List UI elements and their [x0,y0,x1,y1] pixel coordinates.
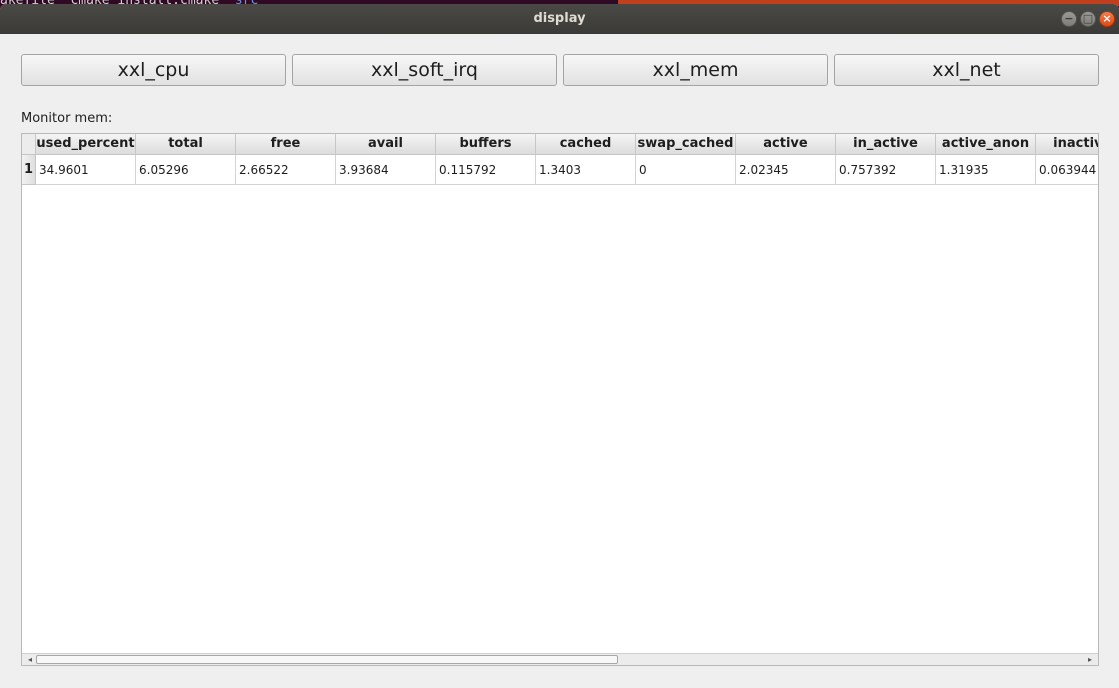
column-header-inactive[interactable]: inactive_ [1036,134,1098,155]
window-content: xxl_cpu xxl_soft_irq xxl_mem xxl_net Mon… [0,34,1119,688]
column-header-avail[interactable]: avail [336,134,436,155]
xxl-soft-irq-button[interactable]: xxl_soft_irq [292,54,557,86]
column-header-swap-cached[interactable]: swap_cached [636,134,736,155]
minimize-icon[interactable]: − [1061,11,1077,27]
monitor-button-row: xxl_cpu xxl_soft_irq xxl_mem xxl_net [21,54,1099,86]
scrollbar-thumb[interactable] [36,655,618,664]
table-cell[interactable]: 0.115792 [436,155,536,185]
xxl-mem-button[interactable]: xxl_mem [563,54,828,86]
scroll-left-icon[interactable]: ◂ [24,654,36,665]
display-window: display − □ × xxl_cpu xxl_soft_irq xxl_m… [0,4,1119,688]
horizontal-scrollbar[interactable]: ◂ ▸ [22,653,1098,665]
close-icon[interactable]: × [1099,11,1115,27]
table-cell[interactable]: 34.9601 [36,155,136,185]
table-cell[interactable]: 3.93684 [336,155,436,185]
monitor-label: Monitor mem: [21,111,113,126]
row-header[interactable]: 1 [22,155,36,185]
column-header-used-percent[interactable]: used_percent [36,134,136,155]
window-controls: − □ × [1061,11,1115,27]
table-header-row: used_percent total free avail buffers ca… [22,134,1098,155]
xxl-cpu-button[interactable]: xxl_cpu [21,54,286,86]
mem-table[interactable]: used_percent total free avail buffers ca… [21,133,1099,666]
scroll-right-icon[interactable]: ▸ [1084,654,1096,665]
xxl-net-button[interactable]: xxl_net [834,54,1099,86]
column-header-buffers[interactable]: buffers [436,134,536,155]
column-header-free[interactable]: free [236,134,336,155]
table-corner-button[interactable] [22,134,36,155]
column-header-active[interactable]: active [736,134,836,155]
column-header-total[interactable]: total [136,134,236,155]
column-header-cached[interactable]: cached [536,134,636,155]
maximize-icon[interactable]: □ [1080,11,1096,27]
column-header-active-anon[interactable]: active_anon [936,134,1036,155]
table-cell[interactable]: 2.02345 [736,155,836,185]
column-header-in-active[interactable]: in_active [836,134,936,155]
table-cell[interactable]: 0 [636,155,736,185]
window-titlebar[interactable]: display − □ × [0,4,1119,34]
table-row: 1 34.9601 6.05296 2.66522 3.93684 0.1157… [22,155,1098,185]
window-title: display [533,11,586,26]
table-cell[interactable]: 6.05296 [136,155,236,185]
table-cell[interactable]: 1.3403 [536,155,636,185]
table-cell[interactable]: 0.757392 [836,155,936,185]
table-cell[interactable]: 2.66522 [236,155,336,185]
table-cell[interactable]: 0.063944 [1036,155,1098,185]
table-cell[interactable]: 1.31935 [936,155,1036,185]
